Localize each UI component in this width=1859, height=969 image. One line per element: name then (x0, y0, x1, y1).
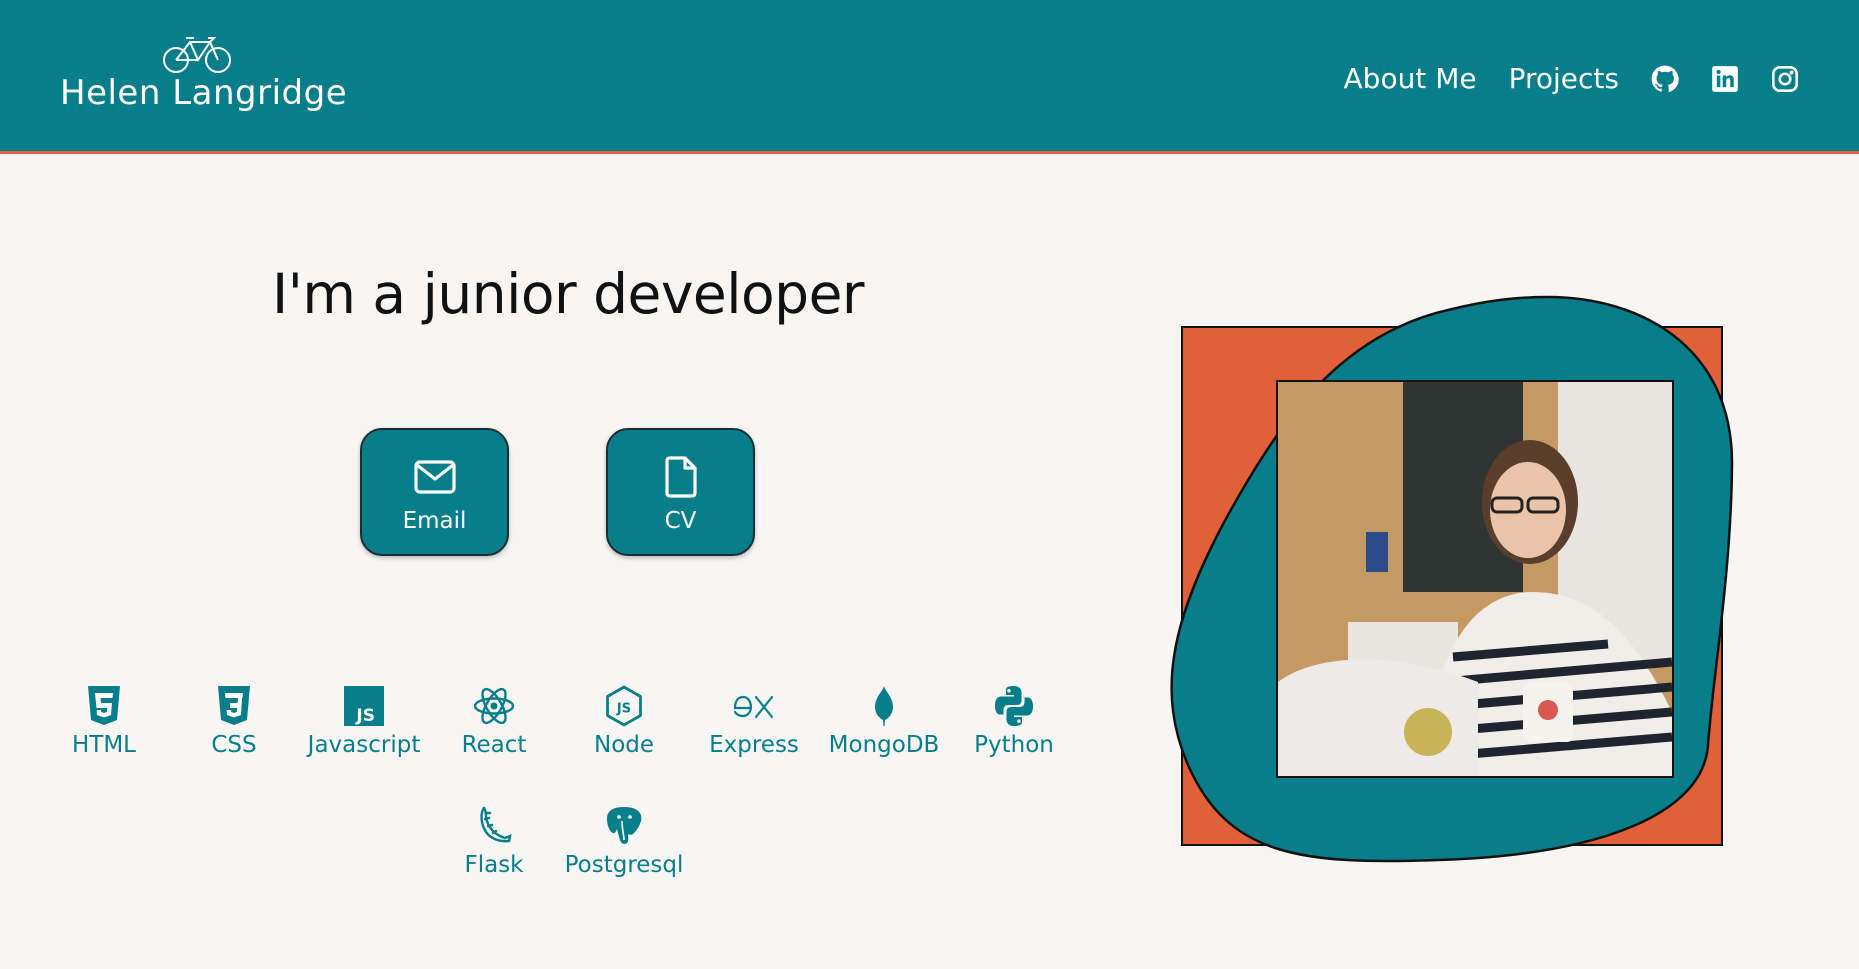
instagram-icon[interactable] (1771, 65, 1799, 93)
email-button[interactable]: Email (360, 428, 509, 556)
python-icon (992, 684, 1036, 728)
skill-node-label: Node (593, 732, 655, 758)
skill-flask: Flask (429, 804, 559, 878)
skill-postgresql: Postgresql (559, 804, 689, 878)
skill-node: JS Node (559, 684, 689, 758)
node-icon: JS (602, 684, 646, 728)
express-icon (732, 684, 776, 728)
profile-photo (1276, 380, 1674, 778)
skill-javascript-label: Javascript (307, 732, 421, 758)
skill-flask-label: Flask (464, 852, 524, 878)
profile-photo-area (1168, 295, 1736, 865)
skill-python-label: Python (974, 732, 1054, 758)
skill-css: CSS (169, 684, 299, 758)
css3-icon (212, 684, 256, 728)
site-header: Helen Langridge About Me Projects (0, 0, 1859, 154)
document-icon (664, 456, 698, 502)
skill-html: HTML (39, 684, 169, 758)
skill-mongodb-label: MongoDB (828, 732, 940, 758)
hero-headline: I'm a junior developer (272, 262, 865, 326)
svg-text:JS: JS (616, 702, 631, 717)
nav-projects[interactable]: Projects (1509, 62, 1619, 95)
mongodb-icon (862, 684, 906, 728)
cv-button[interactable]: CV (606, 428, 755, 556)
email-button-label: Email (402, 508, 467, 534)
envelope-icon (413, 460, 456, 498)
html5-icon (82, 684, 126, 728)
cv-button-label: CV (664, 508, 697, 534)
site-name: Helen Langridge (60, 73, 348, 113)
main-nav: About Me Projects (1344, 62, 1799, 95)
svg-text:JS: JS (355, 706, 375, 726)
javascript-icon: JS (342, 684, 386, 728)
skill-python: Python (949, 684, 1079, 758)
skill-react-label: React (461, 732, 527, 758)
skill-express-label: Express (709, 732, 799, 758)
skill-html-label: HTML (71, 732, 136, 758)
nav-about-me[interactable]: About Me (1344, 62, 1477, 95)
skill-css-label: CSS (211, 732, 257, 758)
bicycle-icon (162, 34, 232, 78)
github-icon[interactable] (1651, 65, 1679, 93)
skill-javascript: JS Javascript (299, 684, 429, 758)
skill-postgresql-label: Postgresql (564, 852, 684, 878)
skill-mongodb: MongoDB (819, 684, 949, 758)
react-icon (472, 684, 516, 728)
skill-express: Express (689, 684, 819, 758)
postgresql-icon (602, 804, 646, 848)
linkedin-icon[interactable] (1711, 65, 1739, 93)
skill-react: React (429, 684, 559, 758)
flask-icon (472, 804, 516, 848)
